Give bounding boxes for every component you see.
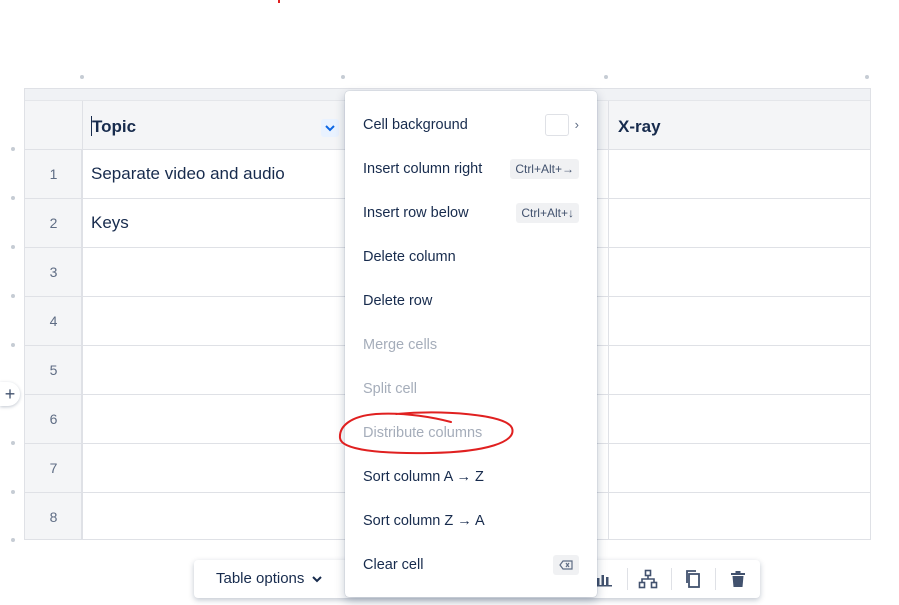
- header-label-xray: X-ray: [618, 117, 661, 136]
- menu-item-cell-background[interactable]: Cell background ›: [345, 103, 597, 147]
- menu-item-label: Merge cells: [363, 323, 437, 367]
- menu-item-label: Cell background: [363, 103, 468, 147]
- menu-item-label: Insert row below: [363, 191, 469, 235]
- row-handle-dot[interactable]: [11, 196, 15, 200]
- menu-item-label: Insert column right: [363, 147, 482, 191]
- cell-topic[interactable]: Separate video and audio: [91, 150, 285, 198]
- header-label-topic: Topic: [92, 117, 136, 136]
- toolbar-divider: [671, 568, 672, 590]
- chevron-down-icon: [325, 125, 335, 132]
- toolbar-divider: [627, 568, 628, 590]
- menu-item-label: Clear cell: [363, 543, 423, 587]
- trash-icon[interactable]: [728, 569, 748, 589]
- column-handle-dot[interactable]: [80, 75, 84, 79]
- column-options-button[interactable]: [321, 119, 339, 137]
- keyboard-shortcut: Ctrl+Alt+↓: [516, 203, 579, 223]
- row-handle-dot[interactable]: [11, 245, 15, 249]
- chevron-right-icon: ›: [575, 103, 579, 147]
- column-handle-dot[interactable]: [865, 75, 869, 79]
- menu-item-label: Sort column A → Z: [363, 455, 484, 499]
- cell-topic[interactable]: Keys: [91, 199, 129, 247]
- chevron-down-icon: [312, 576, 322, 583]
- keyboard-shortcut: Ctrl+Alt+→: [510, 159, 579, 179]
- row-number: 4: [25, 297, 82, 345]
- menu-item-insert-row-below[interactable]: Insert row below Ctrl+Alt+↓: [345, 191, 597, 235]
- row-number: 1: [25, 150, 82, 198]
- menu-item-merge-cells[interactable]: Merge cells: [345, 323, 597, 367]
- table-context-menu: Cell background › Insert column right Ct…: [345, 91, 597, 597]
- menu-item-label: Delete column: [363, 235, 456, 279]
- red-mark: [278, 0, 280, 3]
- menu-item-clear-cell[interactable]: Clear cell: [345, 543, 597, 587]
- hierarchy-icon[interactable]: [638, 569, 658, 589]
- text-cursor: [91, 116, 92, 136]
- table-options-label: Table options: [216, 560, 304, 598]
- row-number: 5: [25, 346, 82, 394]
- column-divider[interactable]: [608, 101, 609, 539]
- copy-icon[interactable]: [683, 569, 703, 589]
- toolbar-divider: [715, 568, 716, 590]
- add-row-button[interactable]: +: [0, 382, 20, 406]
- menu-item-insert-column-right[interactable]: Insert column right Ctrl+Alt+→: [345, 147, 597, 191]
- row-handle-dot[interactable]: [11, 294, 15, 298]
- menu-item-delete-row[interactable]: Delete row: [345, 279, 597, 323]
- backspace-icon: [553, 555, 579, 575]
- table-options-button[interactable]: Table options: [216, 560, 322, 598]
- column-divider: [82, 101, 83, 539]
- menu-item-split-cell[interactable]: Split cell: [345, 367, 597, 411]
- row-handle-dot[interactable]: [11, 343, 15, 347]
- row-number: 6: [25, 395, 82, 443]
- row-number: 2: [25, 199, 82, 247]
- menu-item-delete-column[interactable]: Delete column: [345, 235, 597, 279]
- menu-item-label: Sort column Z → A: [363, 499, 485, 543]
- row-number: 8: [25, 493, 82, 540]
- plus-icon: +: [5, 384, 16, 405]
- row-handle-dot[interactable]: [11, 490, 15, 494]
- menu-item-sort-a-z[interactable]: Sort column A → Z: [345, 455, 597, 499]
- row-handle-dot[interactable]: [11, 538, 15, 542]
- color-swatch[interactable]: [545, 114, 569, 136]
- row-handle-dot[interactable]: [11, 441, 15, 445]
- editor-page: Topic X-ray 1 Separate video and audio 2…: [0, 0, 899, 605]
- header-cell-topic[interactable]: Topic: [82, 101, 345, 150]
- column-handle-dot[interactable]: [604, 75, 608, 79]
- menu-item-sort-z-a[interactable]: Sort column Z → A: [345, 499, 597, 543]
- row-handle-dot[interactable]: [11, 147, 15, 151]
- row-number: 3: [25, 248, 82, 296]
- menu-item-distribute-columns[interactable]: Distribute columns: [345, 411, 597, 455]
- row-number: 7: [25, 444, 82, 492]
- column-handle-dot[interactable]: [341, 75, 345, 79]
- menu-item-label: Distribute columns: [363, 411, 482, 455]
- header-cell-xray[interactable]: X-ray: [608, 101, 871, 150]
- chart-icon[interactable]: [594, 569, 614, 589]
- menu-item-label: Delete row: [363, 279, 432, 323]
- menu-item-label: Split cell: [363, 367, 417, 411]
